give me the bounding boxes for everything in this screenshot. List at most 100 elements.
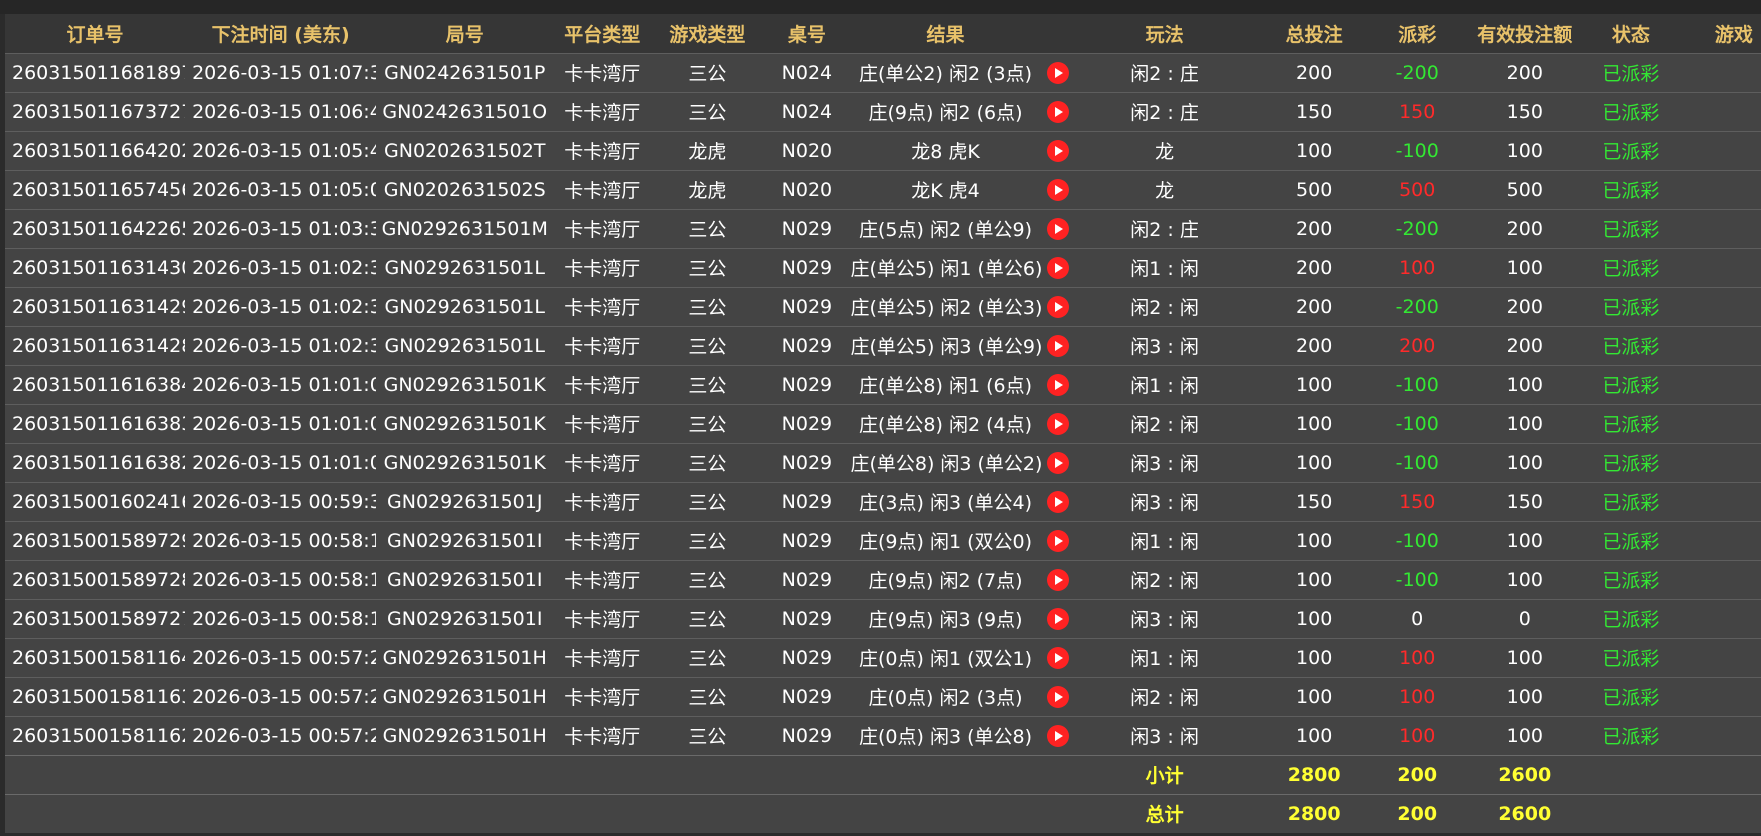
game-cell-truncated	[1672, 637, 1761, 677]
play-circle-icon[interactable]	[1046, 334, 1069, 357]
status-cell: 已派彩	[1588, 676, 1673, 716]
game-cell-truncated	[1672, 676, 1761, 716]
total-bet-cell: 100	[1254, 715, 1374, 755]
round-no-cell: GN0292631501L	[376, 286, 554, 326]
total-bet-cell: 100	[1254, 364, 1374, 404]
round-no-cell: GN0202631502S	[376, 169, 554, 209]
total-bet: 2800	[1254, 793, 1374, 833]
payout-cell: -100	[1373, 130, 1461, 170]
replay-cell	[1040, 637, 1075, 677]
result-cell: 庄(单公5) 闲3 (单公9)	[850, 325, 1041, 365]
total-valid: 2600	[1460, 793, 1589, 833]
play-circle-icon[interactable]	[1046, 490, 1069, 513]
bet-time-cell: 2026-03-15 00:59:38	[185, 481, 377, 521]
table-no-cell: N029	[763, 559, 851, 599]
platform-cell: 卡卡湾厅	[553, 481, 652, 521]
play-cell: 闲3 : 闲	[1074, 325, 1255, 365]
play-circle-icon[interactable]	[1046, 607, 1069, 630]
table-no-cell: N024	[763, 91, 851, 131]
game-type-cell: 三公	[651, 598, 764, 638]
status-cell: 已派彩	[1588, 442, 1673, 482]
valid-bet-cell: 100	[1460, 130, 1589, 170]
table-row: 260315011616383 2026-03-15 01:01:04 GN0292…	[5, 403, 1761, 443]
play-circle-icon[interactable]	[1046, 646, 1069, 669]
result-cell: 庄(单公5) 闲1 (单公6)	[850, 247, 1041, 287]
payout-cell: -200	[1373, 286, 1461, 326]
play-circle-icon[interactable]	[1046, 451, 1069, 474]
play-circle-icon[interactable]	[1046, 724, 1069, 747]
bet-time-cell: 2026-03-15 00:57:28	[185, 637, 377, 677]
payout-cell: -200	[1373, 208, 1461, 248]
header-total-bet: 总投注	[1285, 23, 1343, 46]
table-no-cell: N020	[763, 169, 851, 209]
header-round-no: 局号	[445, 23, 484, 46]
order-no-cell: 260315001581163	[5, 676, 186, 716]
play-circle-icon[interactable]	[1046, 61, 1069, 84]
play-circle-icon[interactable]	[1046, 217, 1069, 240]
play-cell: 龙	[1074, 130, 1255, 170]
play-circle-icon[interactable]	[1046, 295, 1069, 318]
game-cell-truncated	[1672, 559, 1761, 599]
total-bet-cell: 100	[1254, 520, 1374, 560]
total-payout: 200	[1373, 793, 1461, 833]
header-game-type: 游戏类型	[669, 23, 746, 46]
table-body: 260315011681897 2026-03-15 01:07:34 GN0242…	[5, 52, 1761, 755]
status-cell: 已派彩	[1588, 364, 1673, 404]
bet-time-cell: 2026-03-15 01:01:04	[185, 403, 377, 443]
bet-time-cell: 2026-03-15 01:05:07	[185, 169, 377, 209]
result-cell: 庄(9点) 闲2 (6点)	[850, 91, 1041, 131]
status-cell: 已派彩	[1588, 169, 1673, 209]
replay-cell	[1040, 403, 1075, 443]
game-cell-truncated	[1672, 169, 1761, 209]
round-no-cell: GN0292631501I	[376, 559, 554, 599]
header-valid-bet: 有效投注额	[1477, 23, 1573, 46]
bet-time-cell: 2026-03-15 00:58:18	[185, 598, 377, 638]
valid-bet-cell: 150	[1460, 481, 1589, 521]
bet-time-cell: 2026-03-15 00:57:28	[185, 715, 377, 755]
status-cell: 已派彩	[1588, 520, 1673, 560]
play-cell: 闲2 : 庄	[1074, 91, 1255, 131]
table-row: 260315001589728 2026-03-15 00:58:18 GN0292…	[5, 559, 1761, 599]
round-no-cell: GN0292631501M	[376, 208, 554, 248]
play-circle-icon[interactable]	[1046, 529, 1069, 552]
platform-cell: 卡卡湾厅	[553, 52, 652, 92]
game-cell-truncated	[1672, 247, 1761, 287]
order-no-cell: 260315011681897	[5, 52, 186, 92]
status-cell: 已派彩	[1588, 481, 1673, 521]
play-circle-icon[interactable]	[1046, 100, 1069, 123]
play-cell: 龙	[1074, 169, 1255, 209]
header-payout: 派彩	[1398, 23, 1437, 46]
table-row: 260315001589729 2026-03-15 00:58:18 GN0292…	[5, 520, 1761, 560]
play-circle-icon[interactable]	[1046, 373, 1069, 396]
game-type-cell: 三公	[651, 208, 764, 248]
table-row: 260315011631429 2026-03-15 01:02:32 GN0292…	[5, 286, 1761, 326]
play-cell: 闲3 : 闲	[1074, 598, 1255, 638]
header-platform: 平台类型	[564, 23, 641, 46]
status-cell: 已派彩	[1588, 91, 1673, 131]
play-circle-icon[interactable]	[1046, 412, 1069, 435]
table-header-row: 订单号 下注时间 (美东) 局号 平台类型 游戏类型 桌号 结果 玩法 总投注 …	[5, 14, 1761, 53]
round-no-cell: GN0292631501K	[376, 442, 554, 482]
play-circle-icon[interactable]	[1046, 568, 1069, 591]
payout-cell: 150	[1373, 481, 1461, 521]
round-no-cell: GN0242631501P	[376, 52, 554, 92]
game-type-cell: 三公	[651, 559, 764, 599]
status-cell: 已派彩	[1588, 247, 1673, 287]
order-no-cell: 260315011631430	[5, 247, 186, 287]
play-circle-icon[interactable]	[1046, 685, 1069, 708]
status-cell: 已派彩	[1588, 325, 1673, 365]
table-no-cell: N029	[763, 364, 851, 404]
play-circle-icon[interactable]	[1046, 256, 1069, 279]
valid-bet-cell: 100	[1460, 247, 1589, 287]
play-circle-icon[interactable]	[1046, 178, 1069, 201]
total-bet-cell: 100	[1254, 676, 1374, 716]
table-no-cell: N029	[763, 403, 851, 443]
order-no-cell: 260315011631429	[5, 286, 186, 326]
round-no-cell: GN0292631501H	[376, 637, 554, 677]
bet-time-cell: 2026-03-15 00:57:28	[185, 676, 377, 716]
play-circle-icon[interactable]	[1046, 139, 1069, 162]
table-no-cell: N029	[763, 520, 851, 560]
valid-bet-cell: 0	[1460, 598, 1589, 638]
round-no-cell: GN0292631501I	[376, 520, 554, 560]
table-no-cell: N029	[763, 676, 851, 716]
